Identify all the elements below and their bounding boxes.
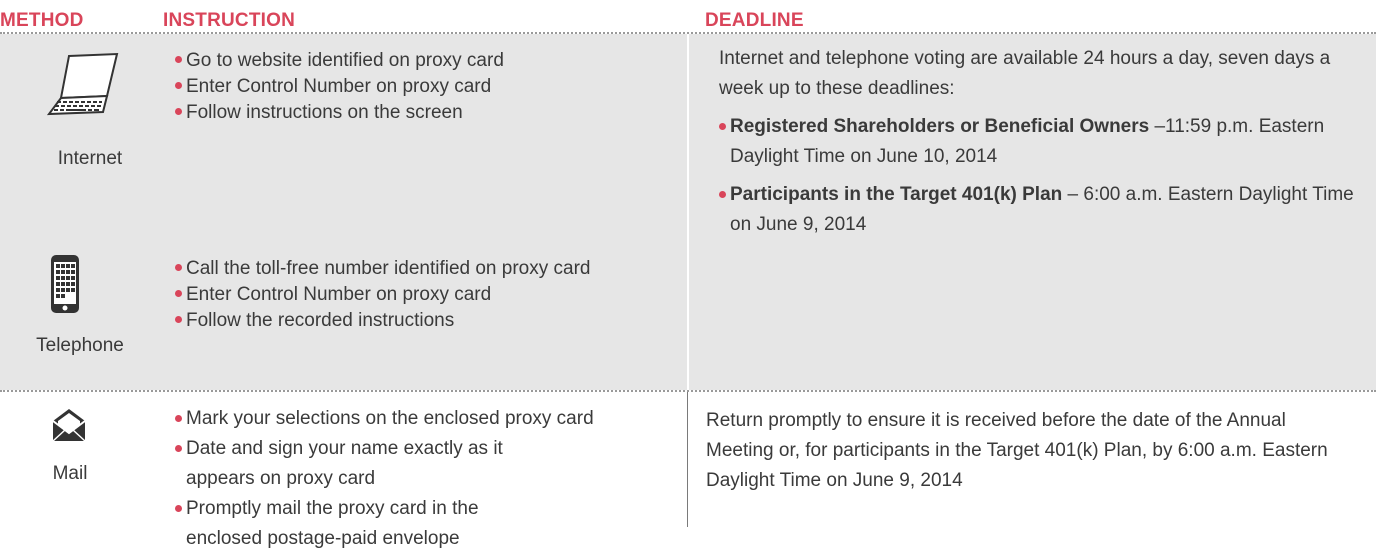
column-divider-top bbox=[687, 34, 689, 390]
laptop-icon bbox=[45, 50, 125, 120]
deadline-item: Participants in the Target 401(k) Plan –… bbox=[719, 180, 1369, 240]
deadline-list: Registered Shareholders or Beneficial Ow… bbox=[719, 112, 1369, 248]
bullet-dot bbox=[175, 505, 182, 512]
deadline-intro: Internet and telephone voting are availa… bbox=[719, 48, 1331, 99]
instruction-item: Mark your selections on the enclosed pro… bbox=[175, 404, 675, 434]
instruction-list-telephone: Call the toll-free number identified on … bbox=[175, 256, 685, 334]
bullet-dot bbox=[175, 316, 182, 323]
bullet-dot bbox=[175, 445, 182, 452]
instruction-item: Date and sign your name exactly as it ap… bbox=[175, 434, 546, 494]
deadline-item: Registered Shareholders or Beneficial Ow… bbox=[719, 112, 1369, 172]
instruction-item: Promptly mail the proxy card in the encl… bbox=[175, 494, 526, 554]
bullet-dot bbox=[175, 290, 182, 297]
header-instruction: INSTRUCTION bbox=[163, 10, 296, 31]
bullet-dot bbox=[719, 123, 726, 130]
instruction-item: Enter Control Number on proxy card bbox=[175, 282, 685, 308]
instruction-item: Follow instructions on the screen bbox=[175, 100, 685, 126]
bullet-dot bbox=[175, 82, 182, 89]
instruction-item: Follow the recorded instructions bbox=[175, 308, 685, 334]
deadline-mail: Return promptly to ensure it is received… bbox=[706, 410, 1328, 491]
instruction-item: Enter Control Number on proxy card bbox=[175, 74, 685, 100]
header-method: METHOD bbox=[0, 10, 84, 31]
bullet-dot bbox=[175, 415, 182, 422]
envelope-icon bbox=[52, 408, 86, 442]
section-divider bbox=[0, 390, 1376, 392]
bullet-dot bbox=[175, 56, 182, 63]
bullet-dot bbox=[175, 264, 182, 271]
column-divider-bottom bbox=[687, 392, 688, 527]
instruction-item: Go to website identified on proxy card bbox=[175, 48, 685, 74]
method-label-mail: Mail bbox=[52, 463, 88, 484]
method-label-telephone: Telephone bbox=[36, 335, 124, 356]
instruction-list-mail: Mark your selections on the enclosed pro… bbox=[175, 404, 675, 554]
instruction-item: Call the toll-free number identified on … bbox=[175, 256, 685, 282]
header-deadline: DEADLINE bbox=[705, 10, 804, 31]
instruction-list-internet: Go to website identified on proxy card E… bbox=[175, 48, 685, 126]
method-label-internet: Internet bbox=[57, 148, 123, 169]
bullet-dot bbox=[719, 191, 726, 198]
smartphone-icon bbox=[50, 254, 80, 314]
bullet-dot bbox=[175, 108, 182, 115]
